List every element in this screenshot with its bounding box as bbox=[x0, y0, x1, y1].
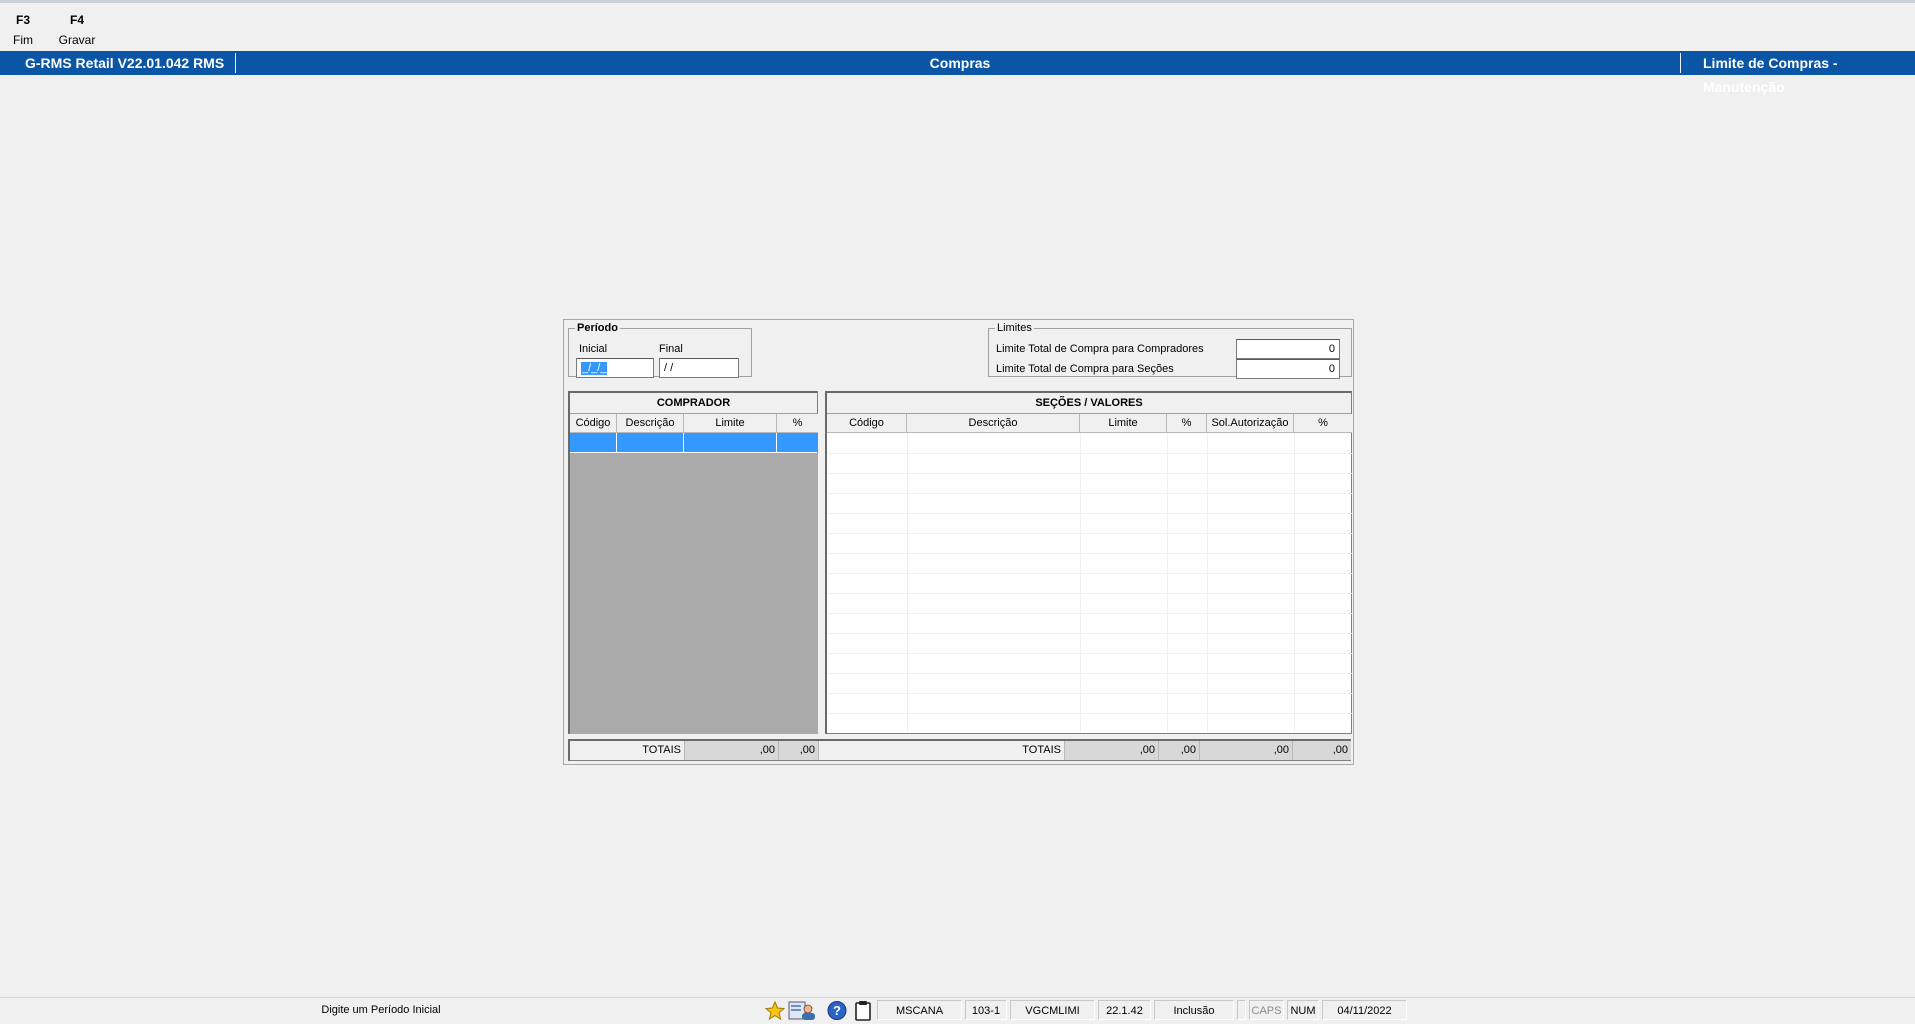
status-caps: CAPS bbox=[1249, 1000, 1284, 1020]
f3-action-label: Fim bbox=[13, 33, 33, 47]
totals-right-limite: ,00 bbox=[1064, 741, 1158, 760]
star-icon[interactable] bbox=[764, 1000, 786, 1021]
comprador-grid-empty-area bbox=[570, 453, 818, 734]
secoes-grid-rowline bbox=[827, 713, 1352, 714]
totals-right-sol: ,00 bbox=[1199, 741, 1292, 760]
status-bar: Digite um Período Inicial ? MSCANA 103-1… bbox=[0, 997, 1915, 1023]
secoes-grid-rowline bbox=[827, 673, 1352, 674]
totals-left-label: TOTAIS bbox=[642, 744, 681, 756]
limite-compradores-label: Limite Total de Compra para Compradores bbox=[996, 343, 1204, 355]
comprador-cell-limite[interactable] bbox=[684, 433, 777, 452]
secoes-grid-rowline bbox=[827, 593, 1352, 594]
window-top-border bbox=[0, 0, 1915, 3]
screen-title: Limite de Compras - Manutenção bbox=[1703, 55, 1838, 95]
secoes-grid-colline bbox=[907, 433, 908, 732]
comprador-cell-descricao[interactable] bbox=[617, 433, 684, 452]
app-title: G-RMS Retail V22.01.042 RMS bbox=[25, 55, 225, 71]
secoes-grid-rowline bbox=[827, 633, 1352, 634]
status-user: MSCANA bbox=[877, 1000, 962, 1020]
status-message: Digite um Período Inicial bbox=[2, 1000, 760, 1020]
comprador-grid[interactable]: COMPRADOR Código Descrição Limite % bbox=[568, 391, 818, 734]
clipboard-icon[interactable] bbox=[852, 1000, 874, 1021]
f4-key-label: F4 bbox=[69, 13, 84, 27]
secoes-grid-rowline bbox=[827, 693, 1352, 694]
secoes-col-descricao[interactable]: Descrição bbox=[907, 414, 1080, 433]
secoes-grid-rowline bbox=[827, 613, 1352, 614]
status-version: 22.1.42 bbox=[1098, 1000, 1151, 1020]
secoes-col-sol-autorizacao[interactable]: Sol.Autorização bbox=[1207, 414, 1294, 433]
secoes-col-codigo[interactable]: Código bbox=[827, 414, 907, 433]
secoes-grid-rowline bbox=[827, 533, 1352, 534]
totals-bar: TOTAIS ,00 ,00 TOTAIS ,00 ,00 ,00 ,00 bbox=[568, 739, 1351, 761]
secoes-grid-rowline bbox=[827, 553, 1352, 554]
comprador-col-codigo[interactable]: Código bbox=[570, 414, 617, 433]
status-empty-cell bbox=[1237, 1000, 1246, 1020]
final-label: Final bbox=[659, 343, 683, 355]
users-icon[interactable] bbox=[787, 1000, 817, 1021]
f3-fim-button[interactable]: F3 Fim bbox=[12, 12, 34, 48]
comprador-grid-title: COMPRADOR bbox=[570, 393, 817, 414]
totals-right-label: TOTAIS bbox=[818, 741, 1064, 760]
secoes-col-pct[interactable]: % bbox=[1167, 414, 1207, 433]
inicial-label: Inicial bbox=[579, 343, 608, 355]
totals-right-pct2: ,00 bbox=[1292, 741, 1351, 760]
secoes-grid-title: SEÇÕES / VALORES bbox=[827, 393, 1351, 414]
comprador-cell-pct[interactable] bbox=[777, 433, 818, 452]
periodo-inicial-value: _/_/_ bbox=[581, 362, 608, 375]
limite-secoes-label: Limite Total de Compra para Seções bbox=[996, 363, 1174, 375]
totals-left-pct: ,00 bbox=[778, 741, 818, 760]
periodo-legend: Período bbox=[577, 322, 618, 334]
totals-left-limite: ,00 bbox=[684, 741, 778, 760]
secoes-grid-rowline bbox=[827, 653, 1352, 654]
comprador-cell-codigo[interactable] bbox=[570, 433, 617, 452]
secoes-grid-colline bbox=[1294, 433, 1295, 732]
help-icon[interactable]: ? bbox=[826, 1000, 848, 1021]
title-separator bbox=[1680, 53, 1681, 73]
secoes-col-limite[interactable]: Limite bbox=[1080, 414, 1167, 433]
comprador-col-descricao[interactable]: Descrição bbox=[617, 414, 684, 433]
secoes-grid-rowline bbox=[827, 473, 1352, 474]
secoes-grid-colline bbox=[1207, 433, 1208, 732]
totals-right-pct: ,00 bbox=[1158, 741, 1199, 760]
secoes-grid[interactable]: SEÇÕES / VALORES Código Descrição Limite… bbox=[825, 391, 1352, 734]
secoes-grid-rowline bbox=[827, 513, 1352, 514]
limite-compras-panel: Período Inicial _/_/_ Final / / Limites … bbox=[563, 319, 1354, 765]
secoes-grid-rowline bbox=[827, 573, 1352, 574]
limites-legend: Limites bbox=[997, 322, 1032, 334]
comprador-selected-row[interactable] bbox=[570, 433, 818, 452]
limite-secoes-input[interactable]: 0 bbox=[1236, 359, 1340, 379]
periodo-final-input[interactable]: / / bbox=[659, 358, 739, 378]
comprador-col-limite[interactable]: Limite bbox=[684, 414, 777, 433]
secoes-grid-colline bbox=[1167, 433, 1168, 732]
status-program: VGCMLIMI bbox=[1010, 1000, 1095, 1020]
periodo-inicial-input[interactable]: _/_/_ bbox=[576, 358, 654, 378]
comprador-col-pct[interactable]: % bbox=[777, 414, 818, 433]
status-date: 04/11/2022 bbox=[1322, 1000, 1407, 1020]
title-bar: G-RMS Retail V22.01.042 RMS Compras Limi… bbox=[0, 51, 1915, 95]
secoes-grid-colline bbox=[1080, 433, 1081, 732]
secoes-grid-rowline bbox=[827, 453, 1352, 454]
status-mode: Inclusão bbox=[1154, 1000, 1234, 1020]
secoes-grid-rowline bbox=[827, 493, 1352, 494]
module-title: Compras bbox=[929, 55, 991, 71]
status-num: NUM bbox=[1287, 1000, 1319, 1020]
f4-gravar-button[interactable]: F4 Gravar bbox=[57, 12, 97, 48]
limite-compradores-input[interactable]: 0 bbox=[1236, 339, 1340, 359]
status-company: 103-1 bbox=[965, 1000, 1007, 1020]
f4-action-label: Gravar bbox=[58, 33, 96, 47]
svg-text:?: ? bbox=[833, 1003, 841, 1018]
f3-key-label: F3 bbox=[15, 13, 30, 27]
secoes-col-pct2[interactable]: % bbox=[1294, 414, 1352, 433]
title-separator bbox=[235, 53, 236, 73]
